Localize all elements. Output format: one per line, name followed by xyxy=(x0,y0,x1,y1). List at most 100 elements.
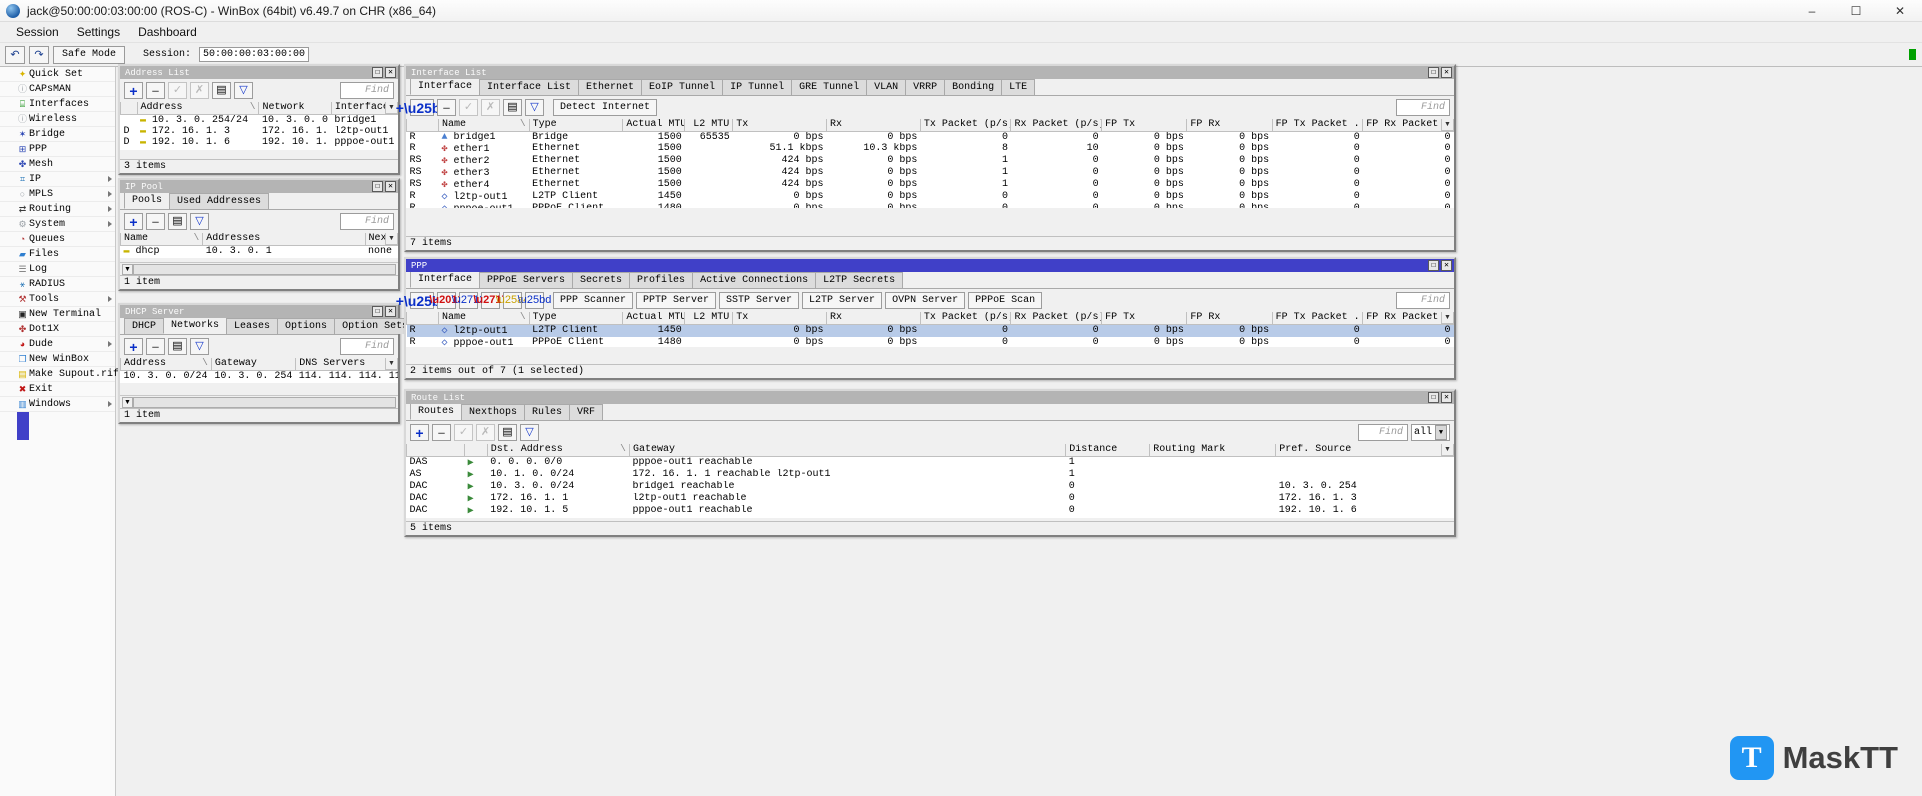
tab-interface[interactable]: Interface xyxy=(410,271,481,288)
table-row[interactable]: ▬ 10. 3. 0. 254/24 10. 3. 0. 0 bridge1 xyxy=(121,114,398,126)
col-fp-tx-packet[interactable]: FP Tx Packet ... xyxy=(1271,312,1364,325)
sidebar-item-files[interactable]: ▰ Files xyxy=(0,247,115,262)
table-row[interactable]: RS ✤ ether2 Ethernet 1500 424 bps 0 bps 1 0 0 bp… xyxy=(407,155,1454,167)
filter-button[interactable]: ▽ xyxy=(190,338,209,355)
sidebar-item-dot1x[interactable]: ✤ Dot1X xyxy=(0,322,115,337)
col-fp-tx[interactable]: FP Tx xyxy=(1101,312,1188,325)
tab-nexthops[interactable]: Nexthops xyxy=(461,404,526,420)
tab-routes[interactable]: Routes xyxy=(410,403,463,420)
menu-session[interactable]: Session xyxy=(7,23,68,41)
tab-ip-tunnel[interactable]: IP Tunnel xyxy=(722,79,793,95)
col-name[interactable]: Name \ xyxy=(437,119,530,132)
close-icon[interactable]: ✕ xyxy=(385,181,396,192)
address-list-window[interactable]: Address List ☐ ✕ + – ✓ ✗ ▤ ▽ Find Addres… xyxy=(118,64,400,175)
col-addresses[interactable]: Addresses xyxy=(202,233,366,246)
col-name[interactable]: Name \ xyxy=(437,312,530,325)
col-tx-packet-p-s[interactable]: Tx Packet (p/s) xyxy=(919,312,1012,325)
col-actual-mtu[interactable]: Actual MTU xyxy=(622,119,686,132)
remove-button[interactable]: – xyxy=(437,99,456,116)
table-row[interactable]: AS ▶ 10. 1. 0. 0/24 172. 16. 1. 1 reachable… xyxy=(407,469,1454,481)
table-row[interactable]: DAC ▶ 10. 3. 0. 0/24 bridge1 reachable 0 10. … xyxy=(407,481,1454,493)
table-row[interactable]: R◇ pppoe-out1PPPoE Client14800 bps0 bps0… xyxy=(407,203,1454,208)
tab-pppoe-servers[interactable]: PPPoE Servers xyxy=(479,272,574,288)
col-gateway[interactable]: Gateway xyxy=(210,358,297,371)
table-row[interactable]: RS ✤ ether3 Ethernet 1500 424 bps 0 bps 1 0 0 bp… xyxy=(407,167,1454,179)
sidebar-item-queues[interactable]: ◔ Queues xyxy=(0,232,115,247)
minimize-button[interactable]: – xyxy=(1790,0,1834,22)
col-rx-packet-p-s[interactable]: Rx Packet (p/s) xyxy=(1010,312,1103,325)
interface-list-titlebar[interactable]: Interface List ☐ ✕ xyxy=(406,66,1454,79)
sidebar-item-ip[interactable]: ⌗ IP xyxy=(0,172,115,187)
tab-vrf[interactable]: VRF xyxy=(569,404,604,420)
address-list-titlebar[interactable]: Address List ☐ ✕ xyxy=(120,66,398,79)
col-flag[interactable] xyxy=(120,102,138,115)
table-row[interactable]: R ◇ l2tp-out1 L2TP Client 1450 0 bps 0 bps 0 0 0… xyxy=(407,191,1454,203)
sidebar-item-new-terminal[interactable]: ▣ New Terminal xyxy=(0,307,115,322)
col-tx[interactable]: Tx xyxy=(732,312,828,325)
col-rx[interactable]: Rx xyxy=(826,119,921,132)
comment-button[interactable]: ▤ xyxy=(212,82,231,99)
col-tx-packet-p-s[interactable]: Tx Packet (p/s) xyxy=(919,119,1012,132)
add-button[interactable]: + xyxy=(124,213,143,230)
chevron-down-icon[interactable]: ▼ xyxy=(1435,425,1447,440)
ip-pool-window[interactable]: IP Pool ☐ ✕ Pools Used Addresses + – ▤ ▽… xyxy=(118,178,400,291)
enable-button[interactable]: ✓ xyxy=(168,82,187,99)
col-network[interactable]: Network xyxy=(258,102,332,115)
tab-used-addresses[interactable]: Used Addresses xyxy=(169,193,270,209)
l2tp-server-button[interactable]: L2TP Server xyxy=(802,292,883,309)
table-row[interactable]: DAC ▶ 192. 10. 1. 5 pppoe-out1 reachable 0 19… xyxy=(407,505,1454,517)
sidebar-item-interfaces[interactable]: ⌸ Interfaces xyxy=(0,97,115,112)
col-l2-mtu[interactable]: L2 MTU xyxy=(684,119,734,132)
close-icon[interactable]: ✕ xyxy=(1441,67,1452,78)
comment-button[interactable]: ▤ xyxy=(168,338,187,355)
tab-active-connections[interactable]: Active Connections xyxy=(692,272,817,288)
filter-button[interactable]: \u25bd xyxy=(518,292,551,309)
tab-pools[interactable]: Pools xyxy=(124,192,171,209)
pppoe-scan-button[interactable]: PPPoE Scan xyxy=(968,292,1043,309)
add-button[interactable]: + xyxy=(124,338,143,355)
close-icon[interactable]: ✕ xyxy=(385,306,396,317)
route-list-window[interactable]: Route List ☐ ✕ Routes Nexthops Rules VRF + … xyxy=(404,389,1456,537)
remove-button[interactable]: – xyxy=(146,82,165,99)
col-address[interactable]: Address \ xyxy=(136,102,260,115)
table-row[interactable]: DAC ▶ 172. 16. 1. 1 l2tp-out1 reachable 0 172… xyxy=(407,493,1454,505)
column-menu-icon[interactable]: ▼ xyxy=(1441,312,1454,324)
table-row[interactable]: R ▲ bridge1 Bridge 1500 65535 0 bps 0 bps 0 0 0 b… xyxy=(407,131,1454,143)
maximize-icon[interactable]: ☐ xyxy=(1428,260,1439,271)
search-input[interactable]: Find xyxy=(1357,424,1408,441)
col-tx[interactable]: Tx xyxy=(732,119,828,132)
ip-pool-hscrollbar[interactable]: ▼ xyxy=(120,262,398,275)
col-pref-source[interactable]: Pref. Source xyxy=(1275,444,1454,457)
undo-icon[interactable]: ↶ xyxy=(5,45,25,64)
maximize-icon[interactable]: ☐ xyxy=(1428,392,1439,403)
add-button[interactable]: + xyxy=(124,82,143,99)
col-name[interactable]: Name \ xyxy=(120,233,204,246)
tab-interface[interactable]: Interface xyxy=(410,78,481,95)
interface-list-window[interactable]: Interface List ☐ ✕ Interface Interface Li… xyxy=(396,64,1456,252)
tab-networks[interactable]: Networks xyxy=(163,317,228,334)
tab-vlan[interactable]: VLAN xyxy=(866,79,907,95)
tab-ethernet[interactable]: Ethernet xyxy=(578,79,643,95)
ovpn-server-button[interactable]: OVPN Server xyxy=(885,292,966,309)
col-flag[interactable] xyxy=(406,119,439,132)
col-fp-rx[interactable]: FP Rx xyxy=(1186,312,1273,325)
maximize-icon[interactable]: ☐ xyxy=(372,306,383,317)
col-flag[interactable] xyxy=(406,312,439,325)
tab-bonding[interactable]: Bonding xyxy=(944,79,1003,95)
tab-dhcp[interactable]: DHCP xyxy=(124,318,165,334)
maximize-icon[interactable]: ☐ xyxy=(372,67,383,78)
comment-button[interactable]: ▤ xyxy=(168,213,187,230)
col-actual-mtu[interactable]: Actual MTU xyxy=(622,312,686,325)
redo-icon[interactable]: ↷ xyxy=(29,45,49,64)
route-filter-select[interactable]: all ▼ xyxy=(1410,424,1450,441)
disable-button[interactable]: ✗ xyxy=(476,424,495,441)
close-icon[interactable]: ✕ xyxy=(1441,392,1452,403)
maximize-icon[interactable]: ☐ xyxy=(372,181,383,192)
table-row[interactable]: RS ✤ ether4 Ethernet 1500 424 bps 0 bps 1 0 0 bp… xyxy=(407,179,1454,191)
tab-rules[interactable]: Rules xyxy=(524,404,571,420)
sidebar-item-quick-set[interactable]: ✦ Quick Set xyxy=(0,67,115,82)
sidebar-item-tools[interactable]: ⚒ Tools xyxy=(0,292,115,307)
remove-button[interactable]: – xyxy=(432,424,451,441)
filter-button[interactable]: ▽ xyxy=(525,99,544,116)
search-input[interactable]: Find xyxy=(1396,99,1450,116)
